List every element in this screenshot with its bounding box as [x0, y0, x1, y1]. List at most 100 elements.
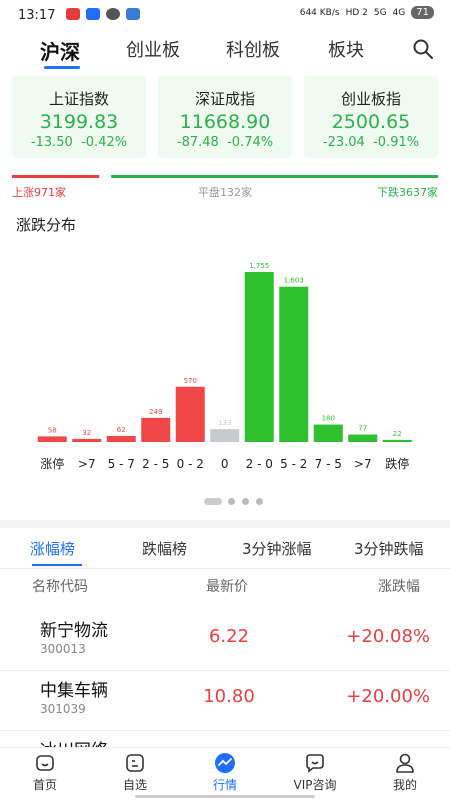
bar-9: [348, 434, 378, 442]
4g-signal: 4G: [392, 7, 406, 18]
market-icon: [215, 753, 235, 773]
category-label: >7: [354, 457, 372, 471]
index-cards: 上证指数 3199.83 -13.50 -0.42% 深证成指 11668.90…: [12, 76, 438, 158]
section-divider: [0, 520, 450, 528]
tab-3min-gainers[interactable]: 3分钟涨幅: [242, 538, 312, 559]
hd-signal: HD 2: [345, 7, 368, 18]
bar-3: [141, 417, 171, 442]
tab-gainers[interactable]: 涨幅榜: [30, 538, 75, 559]
watchlist-icon: [126, 754, 144, 772]
bar-7: [279, 286, 309, 442]
chat-icon: [306, 754, 324, 773]
category-label: 7 - 5: [315, 457, 342, 471]
breadth-ratio-bar: [12, 175, 438, 178]
page-dot: [228, 498, 235, 505]
status-time: 13:17: [18, 8, 56, 23]
tab-hushen[interactable]: 沪深: [40, 36, 80, 65]
battery-icon: 71: [411, 6, 434, 19]
index-name: 深证成指: [194, 90, 255, 108]
category-label: 5 - 7: [108, 457, 135, 471]
page-indicator: [0, 498, 450, 506]
header-change[interactable]: 涨跌幅: [378, 576, 420, 596]
tab-losers[interactable]: 跌幅榜: [142, 538, 187, 559]
table-row[interactable]: 中集车辆 301039 10.80 +20.00%: [0, 670, 450, 731]
notification-icons: [66, 8, 140, 20]
app2-icon: [126, 8, 140, 20]
search-icon[interactable]: [412, 38, 434, 60]
bar-value-label: 58: [48, 426, 57, 434]
bar-value-label: 133: [218, 419, 231, 427]
profile-icon: [396, 753, 414, 773]
down-count: 下跌3637家: [377, 186, 438, 199]
stock-change: +20.08%: [346, 626, 430, 647]
ranking-tabs: 涨幅榜 跌幅榜 3分钟涨幅 3分钟跌幅: [0, 528, 450, 569]
bar-value-label: 249: [149, 408, 162, 416]
list-header: 名称代码 最新价 涨跌幅: [0, 576, 450, 596]
page-dot: [242, 498, 249, 505]
bar-value-label: 570: [184, 377, 197, 385]
bar-4: [175, 386, 205, 442]
active-tab-underline: [32, 564, 82, 566]
index-value: 3199.83: [39, 111, 119, 133]
nav-vip[interactable]: VIP咨询: [270, 752, 360, 793]
page-dot: [256, 498, 263, 505]
index-card-shenzhen[interactable]: 深证成指 11668.90 -87.48 -0.74%: [158, 76, 292, 158]
tab-3min-losers[interactable]: 3分钟跌幅: [354, 538, 424, 559]
nav-profile[interactable]: 我的: [360, 752, 450, 793]
index-value: 2500.65: [331, 111, 411, 133]
distribution-chart: 58 涨停 32 >7 62 5 - 7 249 2 - 5 570 0 - 2 133 0 1,755…: [37, 262, 412, 471]
table-row[interactable]: 新宁物流 300013 6.22 +20.08%: [0, 610, 450, 671]
bar-value-label: 77: [358, 425, 367, 433]
category-label: 0: [221, 457, 229, 471]
breadth-up-segment: [12, 175, 100, 178]
nav-watchlist[interactable]: 自选: [90, 752, 180, 793]
nav-home[interactable]: 首页: [0, 752, 90, 793]
market-tabs: 沪深 创业板 科创板 板块: [0, 32, 450, 69]
tab-kechuang[interactable]: 科创板: [226, 36, 280, 62]
bar-5: [210, 429, 240, 442]
bar-value-label: 1,755: [249, 262, 269, 270]
index-name: 上证指数: [48, 90, 109, 108]
category-label: 5 - 2: [280, 457, 307, 471]
weibo-icon: [66, 8, 80, 20]
message-icon: [106, 8, 120, 20]
index-change: -23.04 -0.91%: [322, 135, 420, 150]
index-change: -87.48 -0.74%: [176, 135, 274, 150]
index-card-shanghai[interactable]: 上证指数 3199.83 -13.50 -0.42%: [12, 76, 146, 158]
bottom-nav: 首页 自选 行情 VIP咨询 我的: [0, 747, 450, 800]
bar-8: [313, 424, 343, 442]
bar-value-label: 1,603: [284, 277, 304, 285]
header-price[interactable]: 最新价: [206, 576, 248, 596]
bar-10: [382, 439, 412, 442]
nav-market[interactable]: 行情: [180, 752, 270, 793]
category-label: 2 - 0: [246, 457, 273, 471]
bar-value-label: 22: [393, 430, 402, 438]
bar-0: [37, 436, 67, 442]
page-dot: [204, 498, 222, 505]
index-name: 创业板指: [340, 90, 401, 108]
index-card-chinext[interactable]: 创业板指 2500.65 -23.04 -0.91%: [304, 76, 438, 158]
breadth-flat-segment: [99, 175, 112, 178]
category-label: >7: [78, 457, 96, 471]
status-bar: 13:17 644 KB/s HD 2 5G 4G 71: [0, 0, 450, 30]
category-label: 2 - 5: [142, 457, 169, 471]
stock-change: +20.00%: [346, 686, 430, 707]
net-speed: 644 KB/s: [299, 7, 340, 18]
index-change: -13.50 -0.42%: [30, 135, 128, 150]
home-icon: [36, 755, 54, 771]
category-label: 涨停: [40, 456, 64, 471]
bar-2: [106, 435, 136, 442]
home-indicator: [135, 795, 315, 798]
active-tab-underline: [44, 66, 80, 69]
header-name: 名称代码: [32, 579, 88, 595]
bar-value-label: 32: [82, 429, 91, 437]
category-label: 跌停: [385, 456, 409, 471]
tab-chuangye[interactable]: 创业板: [126, 36, 180, 62]
distribution-title: 涨跌分布: [16, 216, 77, 234]
status-right: 644 KB/s HD 2 5G 4G 71: [300, 6, 434, 19]
index-value: 11668.90: [179, 111, 271, 133]
bar-6: [244, 272, 274, 442]
breadth-down-segment: [111, 175, 438, 178]
breadth-labels: 上涨971家 平盘132家 下跌3637家: [12, 184, 438, 199]
tab-bankuai[interactable]: 板块: [328, 36, 364, 62]
